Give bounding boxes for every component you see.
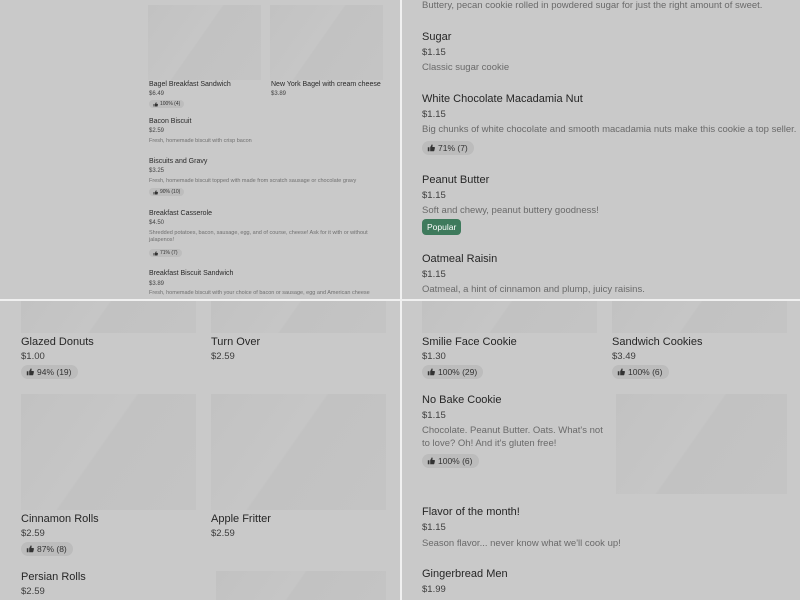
item-name: Flavor of the month! bbox=[422, 506, 520, 518]
item-price: $1.15 bbox=[422, 47, 446, 58]
item-price: $3.89 bbox=[149, 281, 165, 287]
rating-badge: 90% (10) bbox=[149, 188, 185, 196]
item-price: $3.25 bbox=[149, 168, 165, 174]
item-name: Breakfast Biscuit Sandwich bbox=[149, 270, 234, 277]
rating-text: 100% (6) bbox=[438, 456, 473, 466]
item-name: Cinnamon Rolls bbox=[21, 513, 99, 525]
rating-text: 90% (10) bbox=[160, 189, 181, 195]
thumbs-up-icon bbox=[153, 250, 158, 256]
item-price: $3.89 bbox=[271, 91, 287, 97]
panel-divider bbox=[0, 299, 800, 301]
thumbs-up-icon bbox=[26, 368, 34, 376]
item-name: White Chocolate Macadamia Nut bbox=[422, 93, 583, 105]
rating-text: 71% (7) bbox=[438, 143, 468, 153]
rating-badge: 100% (6) bbox=[422, 454, 479, 468]
top-left-menu-panel: Bagel Breakfast Sandwich $6.49 100% (4) … bbox=[0, 0, 400, 299]
item-price: $2.59 bbox=[21, 586, 45, 597]
item-description: Fresh, homemade biscuit topped with made… bbox=[149, 178, 357, 184]
item-description: Big chunks of white chocolate and smooth… bbox=[422, 124, 797, 135]
item-price: $6.49 bbox=[149, 91, 165, 97]
popular-tag: Popular bbox=[422, 219, 462, 235]
rating-text: 100% (29) bbox=[438, 367, 478, 377]
rating-badge: 87% (8) bbox=[21, 542, 73, 556]
item-price: $1.00 bbox=[21, 351, 45, 362]
item-name: Turn Over bbox=[211, 336, 261, 348]
item-price: $3.49 bbox=[612, 351, 636, 362]
item-image[interactable] bbox=[422, 301, 597, 333]
item-description: Fresh, homemade biscuit with crisp bacon bbox=[149, 138, 252, 144]
item-price: $1.15 bbox=[422, 410, 446, 421]
item-name: Apple Fritter bbox=[211, 513, 271, 525]
item-price: $1.15 bbox=[422, 522, 446, 533]
rating-text: 100% (4) bbox=[160, 101, 181, 107]
item-name: No Bake Cookie bbox=[422, 394, 502, 406]
item-price: $2.59 bbox=[149, 128, 165, 134]
item-price: $1.30 bbox=[422, 351, 446, 362]
item-image[interactable] bbox=[616, 394, 787, 494]
item-price: $4.50 bbox=[149, 220, 165, 226]
item-image[interactable] bbox=[612, 301, 787, 333]
rating-badge: 100% (4) bbox=[149, 100, 185, 108]
item-name: Gingerbread Men bbox=[422, 568, 508, 580]
item-price: $1.15 bbox=[422, 269, 446, 280]
item-name: Persian Rolls bbox=[21, 571, 86, 583]
item-image[interactable] bbox=[148, 5, 261, 80]
item-name: Sandwich Cookies bbox=[612, 336, 703, 348]
item-description: Soft and chewy, peanut buttery goodness! bbox=[422, 205, 599, 216]
item-image[interactable] bbox=[211, 301, 386, 333]
item-image[interactable] bbox=[270, 5, 383, 80]
item-price: $1.15 bbox=[422, 190, 446, 201]
thumbs-up-icon bbox=[427, 144, 435, 152]
rating-badge: 94% (19) bbox=[21, 365, 78, 379]
item-image[interactable] bbox=[216, 571, 386, 600]
item-image[interactable] bbox=[211, 394, 386, 510]
rating-badge: 100% (29) bbox=[422, 365, 484, 379]
item-price: $2.59 bbox=[21, 528, 45, 539]
rating-text: 87% (8) bbox=[37, 544, 67, 554]
rating-text: 71% (7) bbox=[160, 250, 178, 256]
item-price: $1.15 bbox=[422, 109, 446, 120]
item-description: Chocolate. Peanut Butter. Oats. What's n… bbox=[422, 425, 603, 449]
thumbs-up-icon bbox=[153, 101, 158, 107]
item-name: New York Bagel with cream cheese bbox=[271, 81, 381, 88]
item-name: Peanut Butter bbox=[422, 174, 490, 186]
rating-text: 94% (19) bbox=[37, 367, 72, 377]
rating-badge: 71% (7) bbox=[422, 141, 474, 155]
rating-badge: 71% (7) bbox=[149, 249, 182, 257]
item-description: Fresh, homemade biscuit with your choice… bbox=[149, 290, 370, 296]
item-description: Shredded potatoes, bacon, sausage, egg, … bbox=[149, 230, 368, 243]
thumbs-up-icon bbox=[153, 189, 158, 195]
item-price: $2.59 bbox=[211, 528, 235, 539]
item-name: Glazed Donuts bbox=[21, 336, 94, 348]
rating-badge: 100% (6) bbox=[612, 365, 669, 379]
item-image[interactable] bbox=[21, 301, 196, 333]
item-name: Bacon Biscuit bbox=[149, 118, 192, 125]
item-name: Biscuits and Gravy bbox=[149, 158, 208, 165]
item-description: Buttery, pecan cookie rolled in powdered… bbox=[422, 0, 763, 11]
item-name: Breakfast Casserole bbox=[149, 210, 213, 217]
top-right-menu-panel: Buttery, pecan cookie rolled in powdered… bbox=[402, 0, 800, 299]
item-name: Smilie Face Cookie bbox=[422, 336, 517, 348]
item-description: Oatmeal, a hint of cinnamon and plump, j… bbox=[422, 284, 645, 295]
item-description: Season flavor... never know what we'll c… bbox=[422, 538, 621, 549]
bottom-right-menu-panel: Smilie Face Cookie $1.30 100% (29) Sandw… bbox=[402, 301, 800, 600]
thumbs-up-icon bbox=[427, 457, 435, 465]
item-price: $1.99 bbox=[422, 584, 446, 595]
item-name: Bagel Breakfast Sandwich bbox=[149, 81, 231, 88]
thumbs-up-icon bbox=[617, 368, 625, 376]
item-price: $2.59 bbox=[211, 351, 235, 362]
thumbs-up-icon bbox=[26, 545, 34, 553]
item-name: Oatmeal Raisin bbox=[422, 253, 498, 265]
rating-text: 100% (6) bbox=[628, 367, 663, 377]
item-image[interactable] bbox=[21, 394, 196, 510]
bottom-left-menu-panel: Glazed Donuts $1.00 94% (19) Turn Over $… bbox=[0, 301, 400, 600]
item-description: Classic sugar cookie bbox=[422, 62, 510, 73]
thumbs-up-icon bbox=[427, 368, 435, 376]
item-name: Sugar bbox=[422, 31, 452, 43]
